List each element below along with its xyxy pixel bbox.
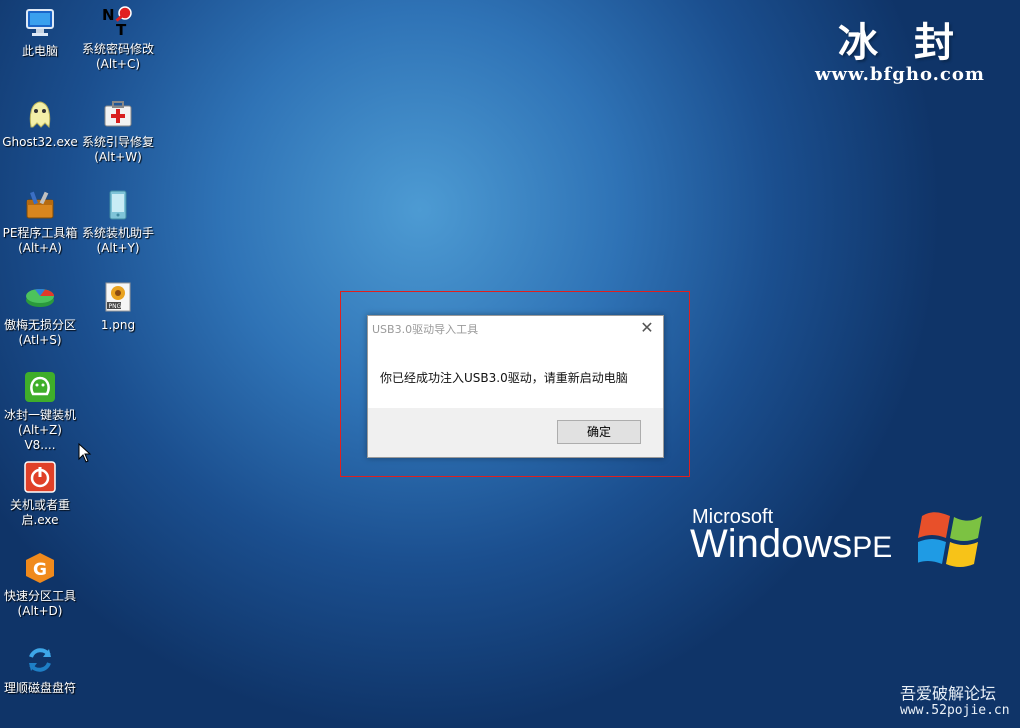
desktop-icon-ghost32[interactable]: Ghost32.exe [2,97,78,150]
windows-pe-wordmark: WindowsPE [690,522,892,567]
dialog-footer: 确定 [368,408,663,457]
usb3-driver-dialog: USB3.0驱动导入工具 ✕ 你已经成功注入USB3.0驱动，请重新启动电脑 确… [367,315,664,458]
desktop-icon-label: 此电脑 [21,44,58,58]
desktop-icon-label: 傲梅无损分区 (Atl+S) [3,318,76,347]
power-icon [24,461,56,493]
desktop-icon-label: 关机或者重 启.exe [9,498,70,527]
svg-text:G: G [33,560,47,580]
watermark-url: www.52pojie.cn [900,703,1010,718]
desktop-icon-label: Ghost32.exe [2,135,78,149]
ghost-icon [29,101,51,129]
desktop-icon-1-png[interactable]: PNG 1.png [80,280,156,333]
desktop-icon-label: 快速分区工具 (Alt+D) [3,589,76,618]
computer-icon [26,9,54,36]
png-file-icon: PNG [105,282,131,312]
desktop-icon-label: 理顺磁盘盘符 [3,681,76,695]
desktop-icon-label: 系统装机助手 (Alt+Y) [81,226,154,255]
close-icon[interactable]: ✕ [637,318,657,338]
desktop-icon-label: 冰封一键装机 (Alt+Z) V8.... [3,408,76,452]
desktop-icon-aomei-partition[interactable]: 傲梅无损分区 (Atl+S) [2,280,78,348]
pe-word: PE [852,531,893,564]
desktop-icon-label: 1.png [100,318,136,332]
desktop-icon-shutdown-restart[interactable]: 关机或者重 启.exe [2,460,78,528]
desktop-icon-label: 系统引导修复 (Alt+W) [81,135,154,164]
mouse-cursor-icon [78,443,92,463]
refresh-disk-icon [29,648,51,672]
svg-text:T: T [116,21,127,38]
desktop-icon-pe-toolbox[interactable]: PE程序工具箱 (Alt+A) [2,188,78,256]
desktop-icon-label: 系统密码修改 (Alt+C) [81,42,154,71]
dialog-title: USB3.0驱动导入工具 [372,323,479,336]
desktop-icon-bingfeng-install[interactable]: 冰封一键装机 (Alt+Z) V8.... [2,370,78,453]
install-assistant-icon [109,190,127,220]
desktop-icon-drive-letters[interactable]: 理顺磁盘盘符 [2,643,78,696]
toolbox-icon [26,191,54,219]
diskgenius-icon: G [26,553,54,583]
svg-text:N: N [102,6,115,24]
desktop-icon-quick-partition[interactable]: G 快速分区工具 (Alt+D) [2,551,78,619]
desktop-icon-password-change[interactable]: N T 系统密码修改 (Alt+C) [80,4,156,72]
bingfeng-install-icon [25,372,55,402]
windows-flag-icon [918,512,982,567]
desktop-icon-boot-repair[interactable]: 系统引导修复 (Alt+W) [80,97,156,165]
brand-title: 冰封 [838,19,990,66]
ok-button[interactable]: 确定 [557,420,641,444]
desktop-icon-label: PE程序工具箱 (Alt+A) [2,226,78,255]
first-aid-kit-icon [104,101,132,127]
watermark-forum-name: 吾爱破解论坛 [900,684,997,703]
password-key-icon: N T [102,6,132,38]
partition-icon [26,289,54,307]
desktop-icon-this-pc[interactable]: 此电脑 [2,6,78,59]
dialog-message: 你已经成功注入USB3.0驱动，请重新启动电脑 [380,371,628,385]
brand-url: www.bfgho.com [815,64,985,85]
svg-text:PNG: PNG [109,303,122,310]
windows-word: Windows [690,522,853,566]
desktop-icon-install-assistant[interactable]: 系统装机助手 (Alt+Y) [80,188,156,256]
